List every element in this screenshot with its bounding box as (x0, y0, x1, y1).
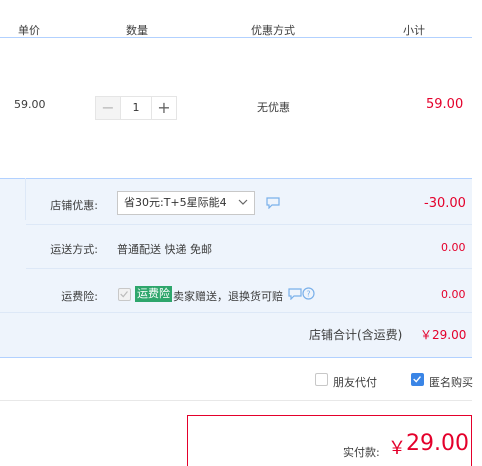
shop-total-label: 店铺合计(含运费) (309, 328, 403, 342)
shop-discount-selected: 省30元:T+5星际能4 (124, 196, 227, 209)
payment-currency: ￥ (388, 438, 406, 459)
comment-icon[interactable] (288, 288, 302, 300)
comment-icon[interactable] (266, 197, 280, 209)
svg-text:?: ? (306, 290, 310, 299)
shop-total-value: ￥29.00 (420, 328, 467, 342)
item-subtotal: 59.00 (426, 97, 464, 112)
payment-label: 实付款: (343, 446, 380, 459)
insurance-amount: 0.00 (441, 288, 466, 301)
payment-amount: 29.00 (406, 431, 469, 456)
shop-discount-select[interactable]: 省30元:T+5星际能4 (117, 191, 255, 215)
header-discount: 优惠方式 (251, 24, 295, 37)
insurance-badge: 运费险 (135, 286, 172, 302)
item-unit-price: 59.00 (14, 98, 46, 111)
divider (0, 400, 472, 401)
help-icon[interactable]: ? (302, 287, 315, 300)
shop-discount-amount: -30.00 (424, 196, 466, 211)
chevron-down-icon (238, 199, 248, 205)
plus-icon: + (157, 98, 171, 117)
quantity-input[interactable]: 1 (121, 96, 151, 120)
insurance-checkbox (118, 288, 131, 301)
divider (0, 312, 472, 313)
divider (26, 224, 472, 225)
quantity-minus-button[interactable]: − (95, 96, 121, 120)
shipping-method: 普通配送 快递 免邮 (117, 243, 212, 256)
friend-pay-checkbox[interactable] (315, 373, 328, 386)
cart-table-header: 单价 数量 优惠方式 小计 (0, 0, 472, 38)
minus-icon: − (101, 98, 115, 117)
shipping-label: 运送方式: (50, 243, 98, 256)
header-subtotal: 小计 (403, 24, 425, 37)
insurance-text: 卖家赠送，退换货可赔 (173, 290, 283, 303)
header-unit-price: 单价 (18, 24, 40, 37)
anonymous-label[interactable]: 匿名购买 (429, 374, 473, 390)
item-discount: 无优惠 (257, 101, 290, 114)
friend-pay-label[interactable]: 朋友代付 (333, 374, 377, 390)
divider (26, 268, 472, 269)
anonymous-checkbox[interactable] (411, 373, 424, 386)
header-quantity: 数量 (126, 24, 148, 37)
quantity-stepper: − 1 + (95, 96, 177, 120)
panel-left-gutter (0, 178, 26, 220)
insurance-label: 运费险: (61, 290, 98, 303)
shop-discount-label: 店铺优惠: (50, 199, 98, 212)
checkmark-icon (413, 376, 421, 383)
shipping-amount: 0.00 (441, 241, 466, 254)
quantity-plus-button[interactable]: + (151, 96, 177, 120)
checkmark-icon (120, 291, 128, 298)
